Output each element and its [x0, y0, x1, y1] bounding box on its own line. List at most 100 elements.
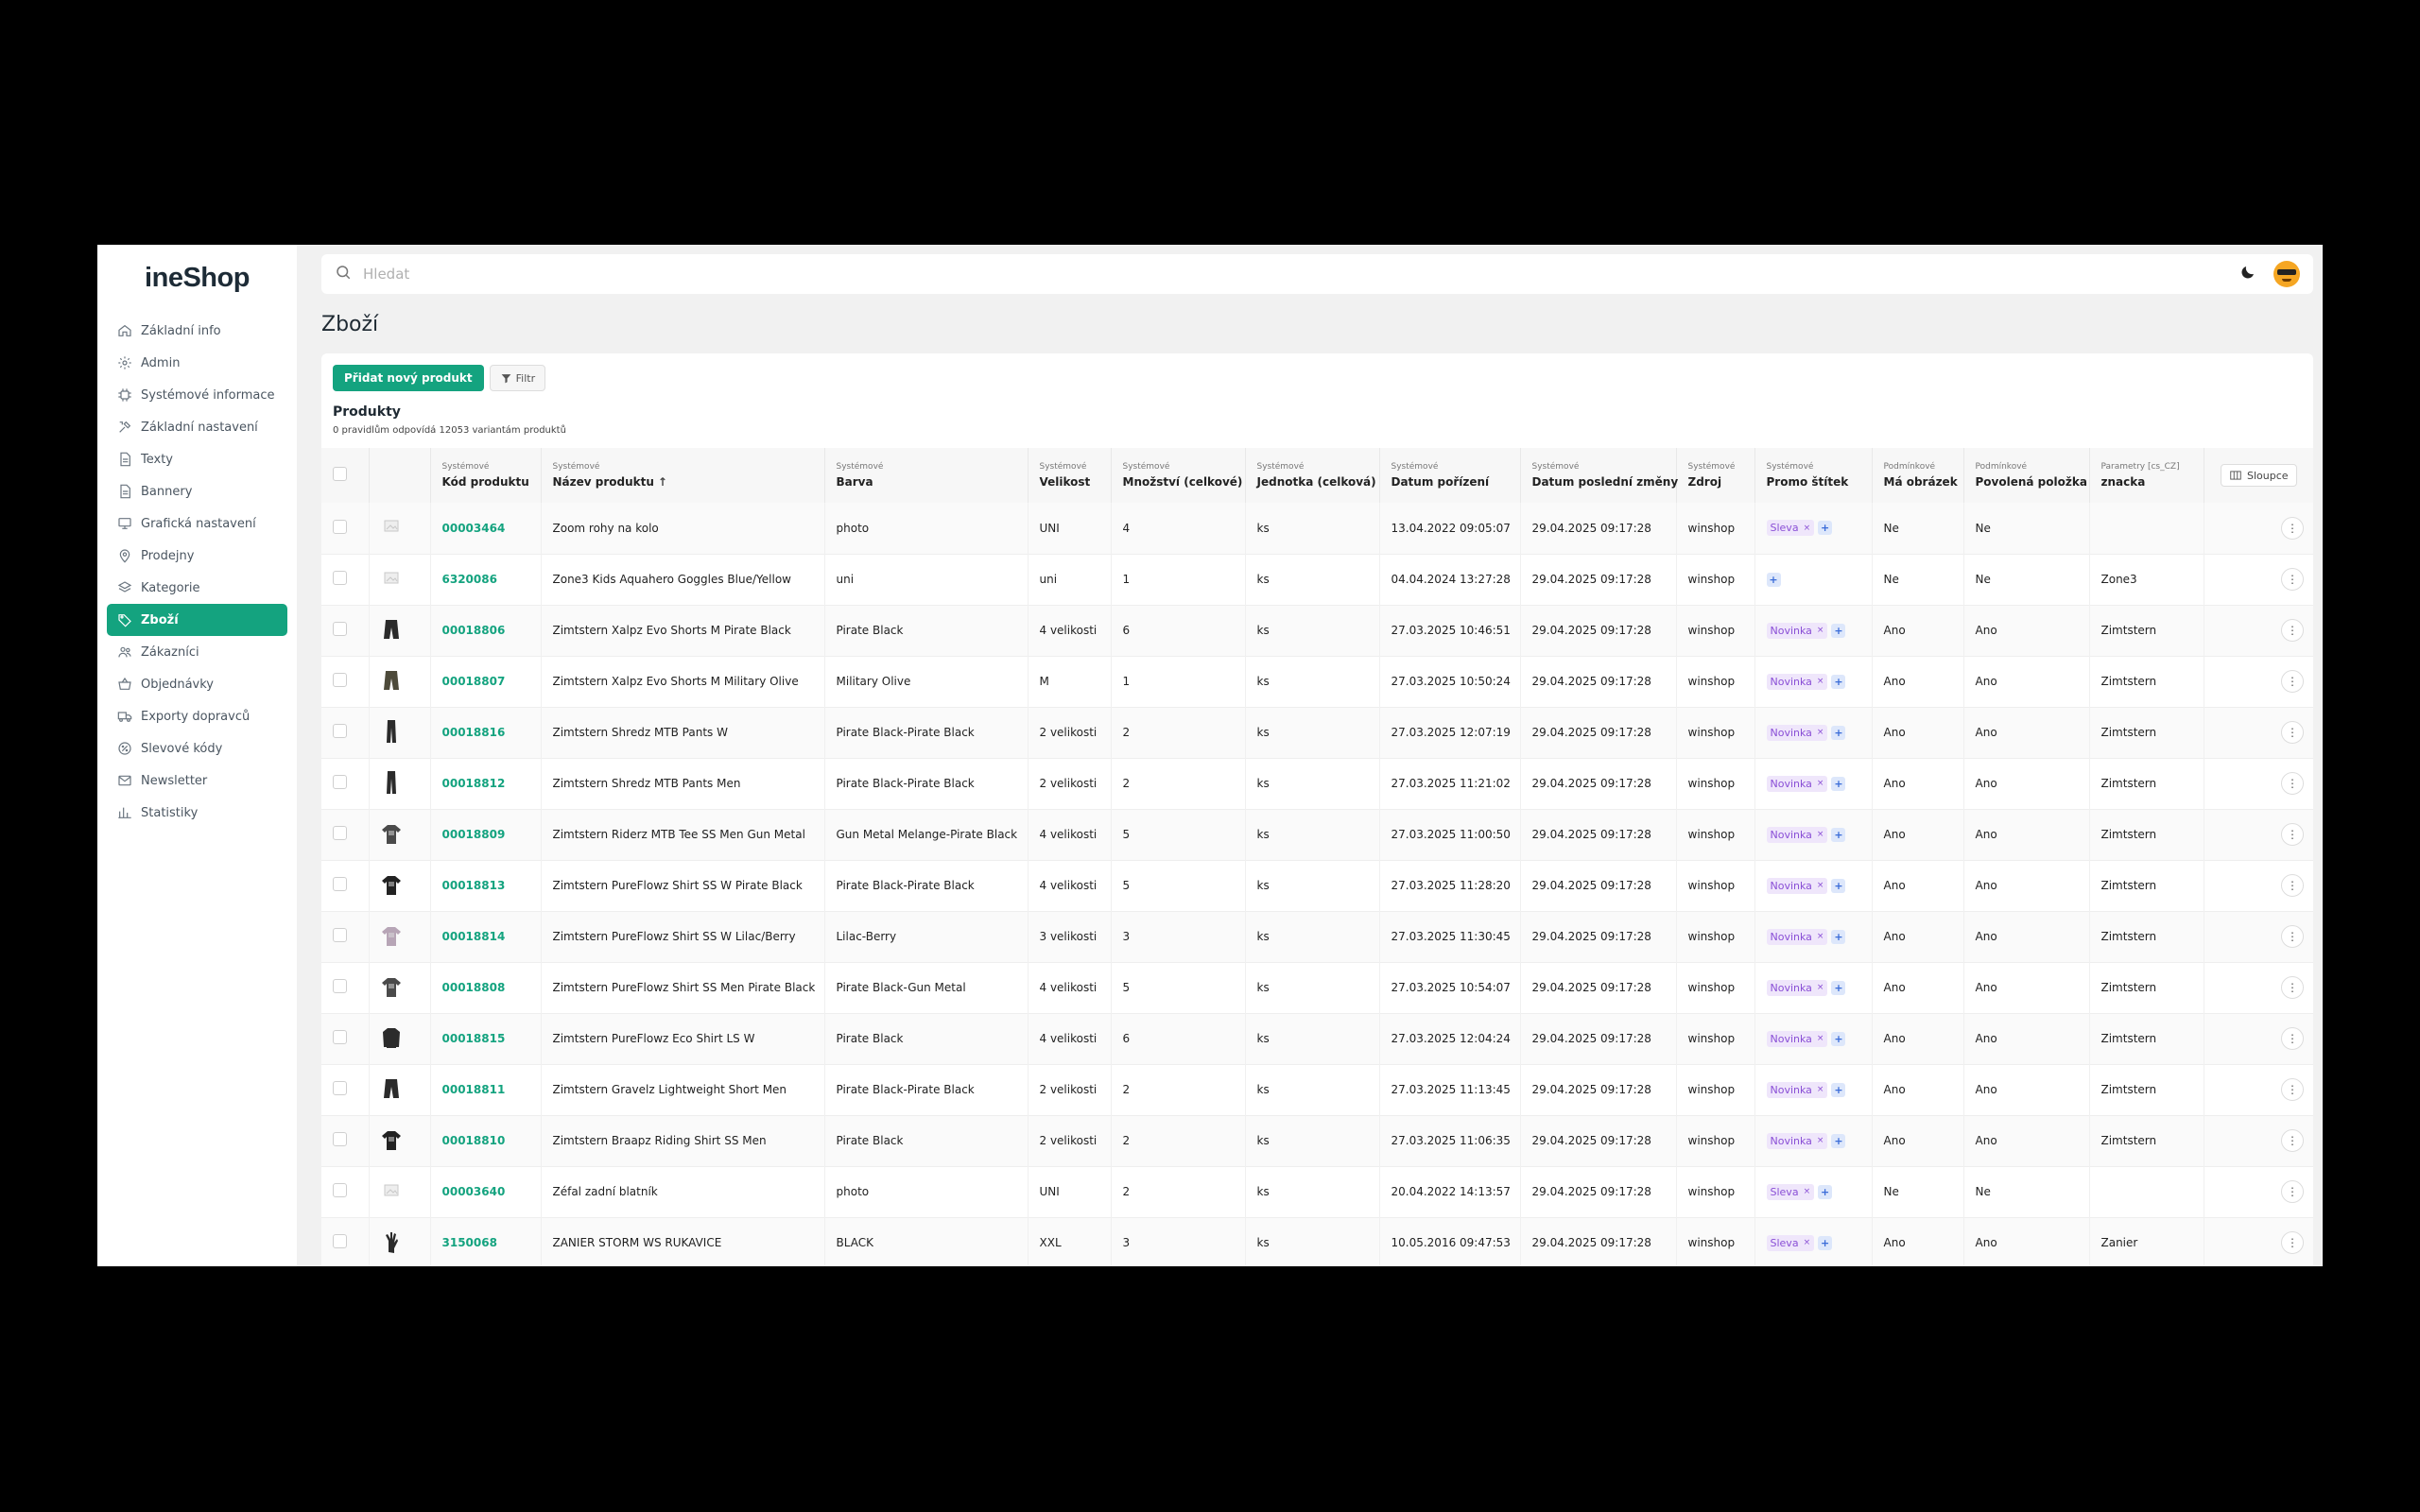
- remove-tag-icon[interactable]: ×: [1817, 830, 1824, 839]
- product-thumbnail[interactable]: [381, 719, 402, 744]
- cell-code[interactable]: 00018810: [430, 1115, 542, 1166]
- table-row[interactable]: 00018807 Zimtstern Xalpz Evo Shorts M Mil…: [321, 656, 2313, 707]
- column-header[interactable]: Systémové Promo štítek: [1754, 448, 1873, 503]
- sidebar-item-7[interactable]: Prodejny: [107, 540, 287, 572]
- product-thumbnail[interactable]: [381, 1178, 402, 1203]
- column-header[interactable]: Systémové Kód produktu: [430, 448, 542, 503]
- table-row[interactable]: 00018806 Zimtstern Xalpz Evo Shorts M Pir…: [321, 605, 2313, 656]
- table-row[interactable]: 3150068 ZANIER STORM WS RUKAVICE BLACK XXL 3…: [321, 1217, 2313, 1266]
- cell-code[interactable]: 00018808: [430, 962, 542, 1013]
- table-row[interactable]: 00018814 Zimtstern PureFlowz Shirt SS W L…: [321, 911, 2313, 962]
- column-header[interactable]: Systémové Jednotka (celková): [1245, 448, 1380, 503]
- product-code-link[interactable]: 00018813: [442, 879, 506, 892]
- cell-code[interactable]: 00003640: [430, 1166, 542, 1217]
- logo[interactable]: ineShop: [97, 245, 297, 311]
- dark-mode-toggle-icon[interactable]: [2239, 264, 2256, 284]
- product-code-link[interactable]: 00018807: [442, 675, 506, 688]
- column-header[interactable]: Systémové Datum poslední změny: [1520, 448, 1678, 503]
- sidebar-item-11[interactable]: Objednávky: [107, 668, 287, 700]
- product-thumbnail[interactable]: [381, 1127, 402, 1152]
- product-code-link[interactable]: 00018812: [442, 777, 506, 790]
- add-tag-icon[interactable]: +: [1831, 827, 1846, 842]
- add-tag-icon[interactable]: +: [1818, 1235, 1833, 1250]
- product-code-link[interactable]: 00018808: [442, 981, 506, 994]
- add-tag-icon[interactable]: +: [1766, 572, 1781, 587]
- column-header[interactable]: Podmínkové Má obrázek: [1872, 448, 1964, 503]
- remove-tag-icon[interactable]: ×: [1817, 932, 1824, 941]
- more-options-icon[interactable]: ⋮: [2281, 516, 2304, 540]
- sidebar-item-13[interactable]: Slevové kódy: [107, 732, 287, 765]
- column-header[interactable]: Podmínkové Povolená položka: [1963, 448, 2090, 503]
- row-checkbox[interactable]: [333, 673, 347, 687]
- more-options-icon[interactable]: ⋮: [2281, 1129, 2304, 1152]
- row-checkbox[interactable]: [333, 622, 347, 636]
- column-header[interactable]: Parametry [cs_CZ] znacka: [2089, 448, 2204, 503]
- table-row[interactable]: 00018813 Zimtstern PureFlowz Shirt SS W P…: [321, 860, 2313, 911]
- remove-tag-icon[interactable]: ×: [1817, 626, 1824, 635]
- sidebar-item-4[interactable]: Texty: [107, 443, 287, 475]
- column-header[interactable]: Systémové Název produktu ↑: [541, 448, 825, 503]
- add-tag-icon[interactable]: +: [1831, 878, 1846, 893]
- row-checkbox[interactable]: [333, 724, 347, 738]
- remove-tag-icon[interactable]: ×: [1817, 1136, 1824, 1145]
- remove-tag-icon[interactable]: ×: [1804, 1187, 1811, 1196]
- filter-button[interactable]: Filtr: [489, 365, 546, 391]
- sidebar-item-9[interactable]: Zboží: [107, 604, 287, 636]
- add-tag-icon[interactable]: +: [1818, 1184, 1833, 1199]
- cell-code[interactable]: 00018806: [430, 605, 542, 656]
- remove-tag-icon[interactable]: ×: [1817, 728, 1824, 737]
- product-code-link[interactable]: 00018814: [442, 930, 506, 943]
- cell-code[interactable]: 00018809: [430, 809, 542, 860]
- table-row[interactable]: 00018809 Zimtstern Riderz MTB Tee SS Men …: [321, 809, 2313, 860]
- table-row[interactable]: 00018815 Zimtstern PureFlowz Eco Shirt LS…: [321, 1013, 2313, 1064]
- cell-code[interactable]: 00018813: [430, 860, 542, 911]
- add-tag-icon[interactable]: +: [1831, 725, 1846, 740]
- product-code-link[interactable]: 00018816: [442, 726, 506, 739]
- sidebar-item-10[interactable]: Zákazníci: [107, 636, 287, 668]
- sidebar-item-1[interactable]: Admin: [107, 347, 287, 379]
- user-avatar[interactable]: [2273, 261, 2300, 287]
- more-options-icon[interactable]: ⋮: [2281, 721, 2304, 744]
- add-tag-icon[interactable]: +: [1831, 623, 1846, 638]
- column-header[interactable]: Systémové Datum pořízení: [1379, 448, 1521, 503]
- product-thumbnail[interactable]: [381, 974, 402, 999]
- row-checkbox[interactable]: [333, 1234, 347, 1248]
- row-checkbox[interactable]: [333, 1081, 347, 1095]
- row-checkbox[interactable]: [333, 979, 347, 993]
- table-row[interactable]: 00003640 Zéfal zadní blatník photo UNI 2 ks 20…: [321, 1166, 2313, 1217]
- more-options-icon[interactable]: ⋮: [2281, 1078, 2304, 1101]
- sidebar-item-14[interactable]: Newsletter: [107, 765, 287, 797]
- add-tag-icon[interactable]: +: [1831, 1031, 1846, 1046]
- add-product-button[interactable]: Přidat nový produkt: [333, 365, 484, 391]
- table-row[interactable]: 00003464 Zoom rohy na kolo photo UNI 4 ks 13.0…: [321, 503, 2313, 554]
- product-code-link[interactable]: 00003640: [442, 1185, 506, 1198]
- sidebar-item-3[interactable]: Základní nastavení: [107, 411, 287, 443]
- more-options-icon[interactable]: ⋮: [2281, 568, 2304, 591]
- sidebar-item-0[interactable]: Základní info: [107, 315, 287, 347]
- more-options-icon[interactable]: ⋮: [2281, 670, 2304, 693]
- row-checkbox[interactable]: [333, 826, 347, 840]
- product-thumbnail[interactable]: [381, 617, 402, 642]
- column-header[interactable]: Systémové Množství (celkové): [1111, 448, 1246, 503]
- table-row[interactable]: 00018816 Zimtstern Shredz MTB Pants W Pira…: [321, 707, 2313, 758]
- column-header[interactable]: Systémové Barva: [824, 448, 1028, 503]
- cell-code[interactable]: 00018816: [430, 707, 542, 758]
- table-row[interactable]: 00018810 Zimtstern Braapz Riding Shirt SS…: [321, 1115, 2313, 1166]
- row-checkbox[interactable]: [333, 1132, 347, 1146]
- cell-code[interactable]: 00018811: [430, 1064, 542, 1115]
- add-tag-icon[interactable]: +: [1831, 980, 1846, 995]
- column-header[interactable]: Systémové Zdroj: [1676, 448, 1755, 503]
- sidebar-item-15[interactable]: Statistiky: [107, 797, 287, 829]
- cell-code[interactable]: 00018807: [430, 656, 542, 707]
- sort-ascending-icon[interactable]: ↑: [658, 475, 667, 489]
- add-tag-icon[interactable]: +: [1831, 1082, 1846, 1097]
- table-row[interactable]: 00018808 Zimtstern PureFlowz Shirt SS Men…: [321, 962, 2313, 1013]
- more-options-icon[interactable]: ⋮: [2281, 619, 2304, 642]
- add-tag-icon[interactable]: +: [1831, 929, 1846, 944]
- columns-button[interactable]: Sloupce: [2220, 464, 2297, 487]
- product-thumbnail[interactable]: [381, 1229, 402, 1254]
- product-code-link[interactable]: 00018809: [442, 828, 506, 841]
- cell-code[interactable]: 00003464: [430, 503, 542, 554]
- table-row[interactable]: 00018812 Zimtstern Shredz MTB Pants Men Pi…: [321, 758, 2313, 809]
- sidebar-item-5[interactable]: Bannery: [107, 475, 287, 507]
